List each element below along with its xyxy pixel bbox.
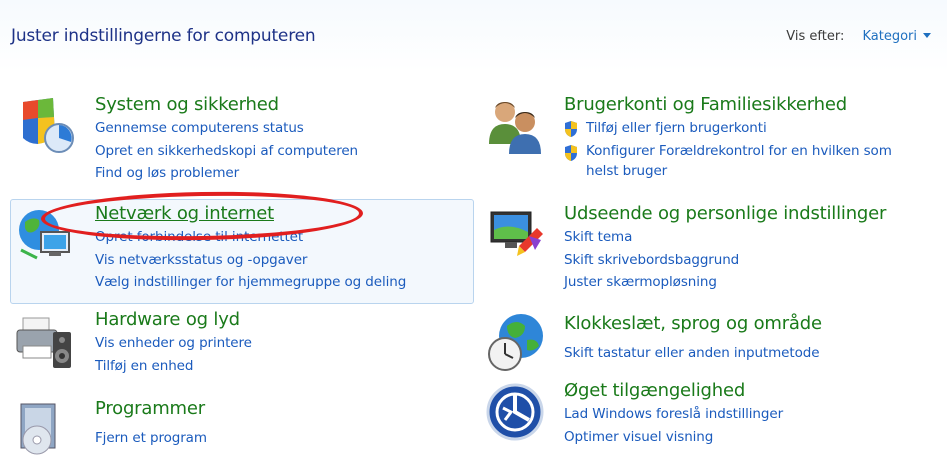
link-label[interactable]: Tilføj eller fjern brugerkonti [586,120,767,136]
uac-shield-icon [565,144,577,161]
view-by: Vis efter: Kategori [786,29,931,44]
link-screen-resolution[interactable]: Juster skærmopløsning [564,271,739,294]
category-title[interactable]: Programmer [95,398,205,419]
link-homegroup[interactable]: Vælg indstillinger for hjemmegruppe og d… [95,271,406,294]
link-parental-controls[interactable]: Konfigurer Forældrekontrol for en hvilke… [564,141,926,181]
clock-globe-icon [488,314,543,371]
link-add-device[interactable]: Tilføj en enhed [95,355,252,378]
view-by-label: Vis efter: [786,29,845,44]
uac-shield-icon [565,121,577,137]
link-troubleshoot[interactable]: Find og løs problemer [95,162,358,185]
link-add-remove-accounts[interactable]: Tilføj eller fjern brugerkonti [564,117,926,140]
chevron-down-icon[interactable] [923,33,931,38]
link-change-background[interactable]: Skift skrivebordsbaggrund [564,249,739,272]
programs-box-icon [20,403,56,455]
link-network-status[interactable]: Vis netværksstatus og -opgaver [95,249,406,272]
shield-chart-icon [23,98,74,153]
appearance-monitor-icon [490,211,543,256]
category-title[interactable]: System og sikkerhed [95,94,279,115]
link-view-status[interactable]: Gennemse computerens status [95,117,358,140]
link-uninstall-program[interactable]: Fjern et program [95,427,207,450]
view-by-dropdown[interactable]: Kategori [862,29,931,44]
link-backup[interactable]: Opret en sikkerhedskopi af computeren [95,140,358,163]
link-devices-printers[interactable]: Vis enheder og printere [95,332,252,355]
ease-of-access-icon [486,383,544,441]
link-change-keyboard[interactable]: Skift tastatur eller anden inputmetode [564,342,820,365]
category-title[interactable]: Udseende og personlige indstillinger [564,203,886,224]
header-bar: Juster indstillingerne for computeren Vi… [0,0,947,72]
link-recommend-settings[interactable]: Lad Windows foreslå indstillinger [564,403,783,426]
page-title: Juster indstillingerne for computeren [11,26,316,46]
users-icon [489,102,541,154]
link-optimize-display[interactable]: Optimer visuel visning [564,426,783,449]
printer-speaker-icon [16,317,71,368]
category-title[interactable]: Klokkeslæt, sprog og område [564,313,822,334]
category-title[interactable]: Brugerkonti og Familiesikkerhed [564,94,847,115]
category-title[interactable]: Hardware og lyd [95,309,240,330]
link-label[interactable]: Konfigurer Forældrekontrol for en hvilke… [586,143,892,179]
link-change-theme[interactable]: Skift tema [564,226,739,249]
category-title[interactable]: Øget tilgængelighed [564,380,745,401]
view-by-value[interactable]: Kategori [862,29,917,44]
